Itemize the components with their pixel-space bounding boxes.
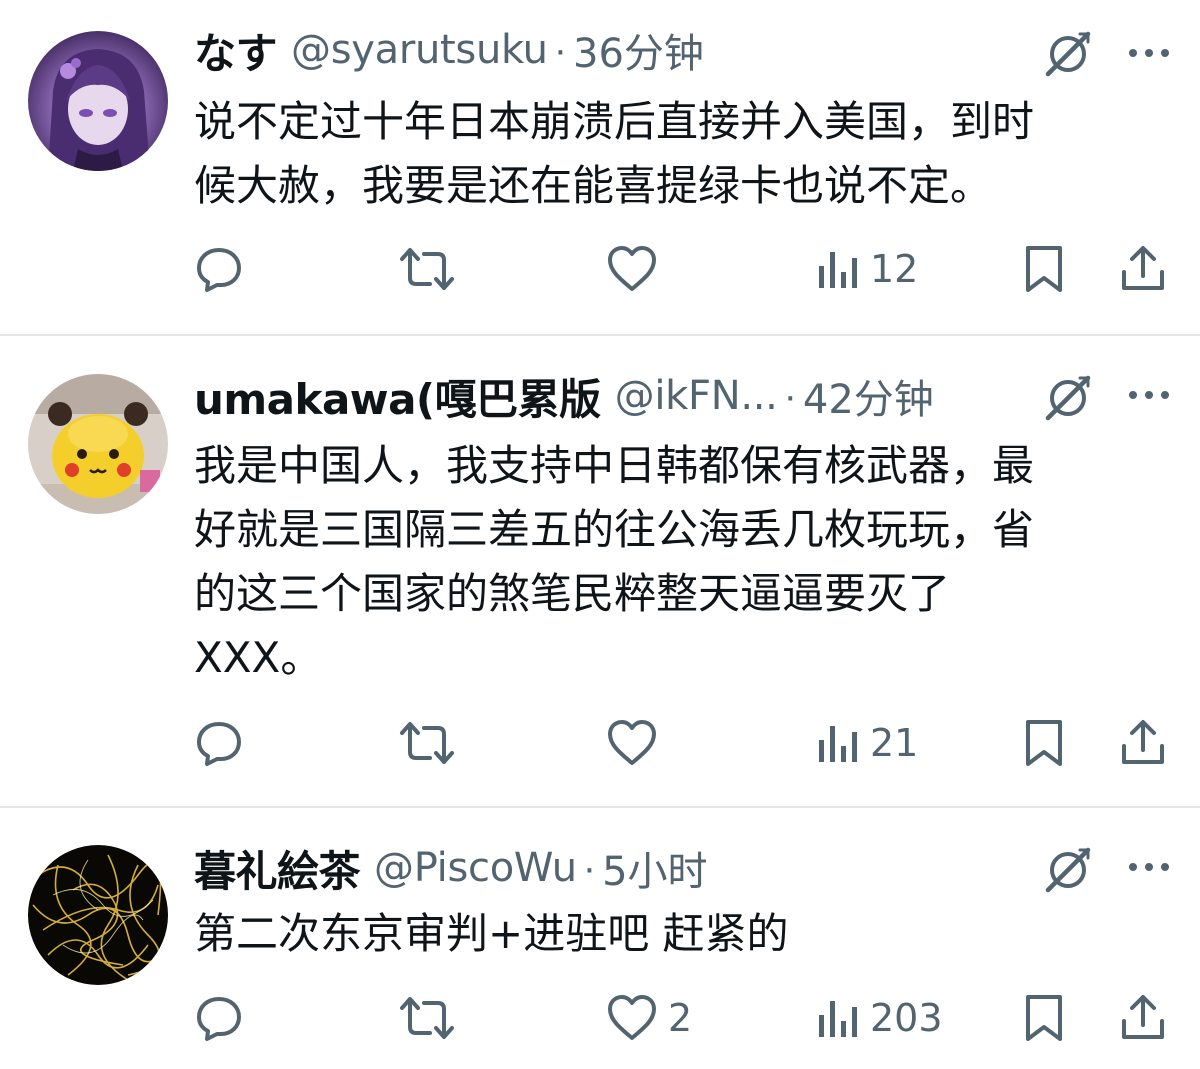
views-button[interactable]: 203 — [816, 983, 943, 1053]
separator-dot: · — [553, 27, 568, 72]
tweet-actions: 2 203 — [0, 983, 1200, 1053]
views-chart-icon — [819, 726, 857, 762]
like-count: 2 — [668, 996, 693, 1040]
grok-icon[interactable] — [1040, 370, 1096, 426]
bookmark-button[interactable] — [1022, 234, 1066, 304]
avatar[interactable] — [28, 845, 168, 985]
reply-button[interactable] — [194, 983, 244, 1053]
tweet-text-line: XXX。 — [194, 633, 323, 682]
heart-icon — [608, 995, 656, 1040]
share-icon — [1122, 246, 1164, 290]
share-button[interactable] — [1118, 234, 1168, 304]
tweet-actions: 21 — [0, 708, 1200, 778]
repost-icon — [400, 722, 454, 764]
repost-button[interactable] — [398, 983, 456, 1053]
views-chart-icon — [819, 1001, 857, 1037]
display-name[interactable]: umakawa(嘎巴累版 — [194, 366, 601, 427]
tweet-text-line: 的这三个国家的煞笔民粹整天逼逼要灭了 — [194, 569, 951, 618]
more-options-icon[interactable] — [1124, 380, 1174, 410]
heart-icon — [608, 720, 656, 765]
user-handle[interactable]: @ikFN... — [615, 373, 778, 419]
share-icon — [1122, 720, 1164, 764]
reply-icon — [197, 248, 241, 292]
repost-icon — [400, 248, 454, 290]
timestamp[interactable]: 5小时 — [602, 839, 707, 897]
separator-dot: · — [783, 373, 797, 418]
separator-dot: · — [582, 845, 597, 890]
tweet[interactable]: umakawa(嘎巴累版 @ikFN... · 42分钟 我是中国人，我支持中日… — [0, 336, 1200, 806]
share-button[interactable] — [1118, 983, 1168, 1053]
avatar[interactable] — [28, 31, 168, 171]
avatar-image — [28, 374, 168, 514]
repost-icon — [400, 997, 454, 1039]
bookmark-button[interactable] — [1022, 983, 1066, 1053]
views-button[interactable]: 21 — [816, 708, 918, 778]
view-count: 21 — [870, 721, 919, 765]
bookmark-icon — [1026, 995, 1062, 1041]
tweet-text: 第二次东京审判+进驻吧 赶紧的 — [194, 902, 1164, 966]
tweet-header: 暮礼絵茶 @PiscoWu · 5小时 — [194, 838, 708, 898]
reply-icon — [197, 997, 241, 1041]
avatar[interactable] — [28, 374, 168, 514]
views-button[interactable]: 12 — [816, 234, 918, 304]
bookmark-icon — [1026, 246, 1062, 292]
share-button[interactable] — [1118, 708, 1168, 778]
repost-button[interactable] — [398, 708, 456, 778]
user-handle[interactable]: @syarutsuku — [291, 27, 548, 73]
timestamp[interactable]: 42分钟 — [803, 367, 934, 425]
avatar-image — [28, 31, 168, 171]
heart-icon — [608, 246, 656, 291]
view-count: 203 — [870, 996, 943, 1040]
more-options-icon[interactable] — [1124, 38, 1174, 68]
tweet[interactable]: 暮礼絵茶 @PiscoWu · 5小时 第二次东京审判+进驻吧 赶紧的 2 20… — [0, 808, 1200, 1069]
tweet-text-line: 候大赦，我要是还在能喜提绿卡也说不定。 — [194, 161, 993, 210]
display-name[interactable]: 暮礼絵茶 — [194, 838, 361, 899]
tweet-text-line: 好就是三国隔三差五的往公海丢几枚玩玩，省 — [194, 505, 1035, 554]
tweet-text-line: 说不定过十年日本崩溃后直接并入美国，到时 — [194, 97, 1035, 146]
reply-button[interactable] — [194, 708, 244, 778]
tweet-text-line: 第二次东京审判+进驻吧 赶紧的 — [194, 909, 789, 958]
like-button[interactable] — [606, 708, 668, 778]
reply-icon — [197, 722, 241, 766]
like-button[interactable] — [606, 234, 668, 304]
share-icon — [1122, 995, 1164, 1039]
tweet-text: 说不定过十年日本崩溃后直接并入美国，到时 候大赦，我要是还在能喜提绿卡也说不定。 — [194, 90, 1164, 218]
like-button[interactable]: 2 — [606, 983, 692, 1053]
tweet[interactable]: なす @syarutsuku · 36分钟 说不定过十年日本崩溃后直接并入美国，… — [0, 0, 1200, 334]
tweet-actions: 12 — [0, 234, 1200, 304]
tweet-header: なす @syarutsuku · 36分钟 — [194, 20, 704, 80]
bookmark-icon — [1026, 720, 1062, 766]
tweet-text: 我是中国人，我支持中日韩都保有核武器，最 好就是三国隔三差五的往公海丢几枚玩玩，… — [194, 434, 1164, 690]
timestamp[interactable]: 36分钟 — [573, 21, 704, 79]
grok-icon[interactable] — [1040, 26, 1096, 82]
reply-button[interactable] — [194, 234, 244, 304]
bookmark-button[interactable] — [1022, 708, 1066, 778]
more-options-icon[interactable] — [1124, 852, 1174, 882]
user-handle[interactable]: @PiscoWu — [374, 845, 577, 891]
tweet-text-line: 我是中国人，我支持中日韩都保有核武器，最 — [194, 441, 1035, 490]
tweet-header: umakawa(嘎巴累版 @ikFN... · 42分钟 — [194, 366, 934, 426]
grok-icon[interactable] — [1040, 842, 1096, 898]
avatar-image — [28, 845, 168, 985]
views-chart-icon — [819, 252, 857, 288]
repost-button[interactable] — [398, 234, 456, 304]
display-name[interactable]: なす — [194, 20, 278, 81]
view-count: 12 — [870, 247, 919, 291]
